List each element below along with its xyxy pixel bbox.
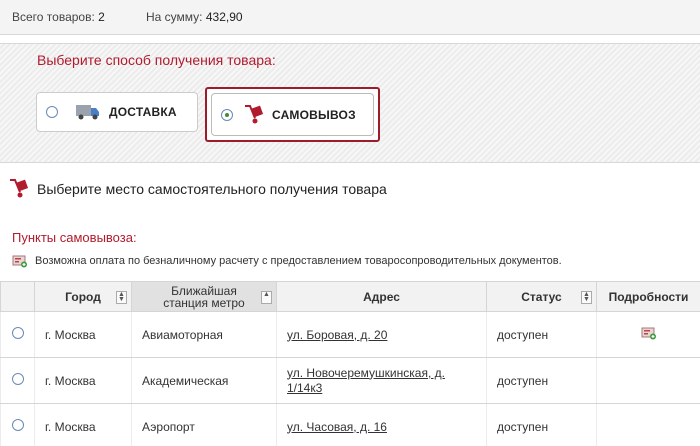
metro-cell: Аэропорт	[131, 403, 277, 446]
sum-label: На сумму:	[146, 10, 203, 24]
delivery-method-section: Выберите способ получения товара: ДОСТАВ…	[0, 43, 700, 163]
row-radio[interactable]	[11, 419, 24, 431]
row-radio[interactable]	[11, 327, 24, 339]
city-column-header[interactable]: Город ▲ ▼	[34, 281, 132, 312]
row-radio[interactable]	[11, 373, 24, 385]
sort-toggle-icon[interactable]: ▲ ▼	[581, 291, 592, 304]
address-cell: ул. Боровая, д. 20	[276, 311, 487, 358]
details-cell	[596, 357, 700, 404]
address-column-header: Адрес	[276, 281, 487, 312]
row-select-cell[interactable]	[0, 357, 35, 404]
hand-truck-icon	[8, 178, 32, 203]
city-cell: г. Москва	[34, 357, 132, 404]
delivery-method-title: Выберите способ получения товара:	[37, 52, 276, 68]
row-select-cell[interactable]	[0, 403, 35, 446]
items-count-value: 2	[98, 10, 105, 24]
select-column-header	[0, 281, 35, 312]
truck-icon	[75, 102, 101, 125]
items-count-text: Всего товаров: 2	[12, 10, 105, 24]
address-cell: ул. Новочеремушкинская, д. 1/14к3	[276, 357, 487, 404]
sort-toggle-icon[interactable]: ▲ ▼	[116, 291, 127, 304]
city-cell: г. Москва	[34, 403, 132, 446]
details-header-label: Подробности	[608, 289, 689, 304]
city-header-label: Город	[65, 289, 101, 304]
status-column-header[interactable]: Статус ▲ ▼	[486, 281, 597, 312]
metro-cell: Авиамоторная	[131, 311, 277, 358]
cashless-payment-note: Возможна оплата по безналичному расчету …	[35, 255, 562, 267]
table-row[interactable]: г. Москва Академическая ул. Новочеремушк…	[0, 357, 700, 404]
pickup-heading: Выберите место самостоятельного получени…	[37, 181, 387, 197]
metro-column-header[interactable]: Ближайшая станция метро ▲	[131, 281, 277, 312]
status-cell: доступен	[486, 311, 597, 358]
address-cell: ул. Часовая, д. 16	[276, 403, 487, 446]
address-link[interactable]: ул. Новочеремушкинская, д. 1/14к3	[287, 366, 457, 396]
delivery-radio[interactable]	[46, 106, 58, 118]
address-link[interactable]: ул. Боровая, д. 20	[287, 328, 387, 342]
address-link[interactable]: ул. Часовая, д. 16	[287, 420, 387, 434]
city-cell: г. Москва	[34, 311, 132, 358]
metro-cell: Академическая	[131, 357, 277, 404]
pickup-option-highlight[interactable]: САМОВЫВОЗ	[205, 87, 380, 142]
status-cell: доступен	[486, 403, 597, 446]
details-cell	[596, 403, 700, 446]
metro-header-label: Ближайшая станция метро	[163, 283, 245, 310]
delivery-option-label: ДОСТАВКА	[109, 105, 177, 119]
pickup-points-table: Город ▲ ▼ Ближайшая станция метро ▲ Адрес…	[0, 281, 700, 446]
status-cell: доступен	[486, 357, 597, 404]
pickup-points-title: Пункты самовывоза:	[12, 230, 137, 245]
document-payment-icon[interactable]	[641, 327, 657, 343]
details-cell[interactable]	[596, 311, 700, 358]
pickup-option-label: САМОВЫВОЗ	[272, 108, 356, 122]
pickup-option-button[interactable]: САМОВЫВОЗ	[211, 93, 374, 136]
sum-text: На сумму: 432,90	[146, 10, 243, 24]
status-header-label: Статус	[521, 289, 562, 304]
cart-summary-bar: Всего товаров: 2 На сумму: 432,90	[0, 0, 700, 35]
hand-truck-icon	[243, 104, 267, 129]
items-count-label: Всего товаров:	[12, 10, 95, 24]
table-row[interactable]: г. Москва Авиамоторная ул. Боровая, д. 2…	[0, 311, 700, 358]
pickup-radio[interactable]	[221, 109, 233, 121]
delivery-option-button[interactable]: ДОСТАВКА	[36, 92, 198, 132]
sum-value: 432,90	[205, 10, 243, 24]
row-select-cell[interactable]	[0, 311, 35, 358]
address-header-label: Адрес	[363, 289, 400, 304]
sort-ascending-icon[interactable]: ▲	[261, 291, 272, 304]
document-payment-icon	[12, 255, 28, 271]
details-column-header: Подробности	[596, 281, 700, 312]
table-header-row: Город ▲ ▼ Ближайшая станция метро ▲ Адрес…	[0, 281, 700, 312]
table-row[interactable]: г. Москва Аэропорт ул. Часовая, д. 16 до…	[0, 403, 700, 446]
